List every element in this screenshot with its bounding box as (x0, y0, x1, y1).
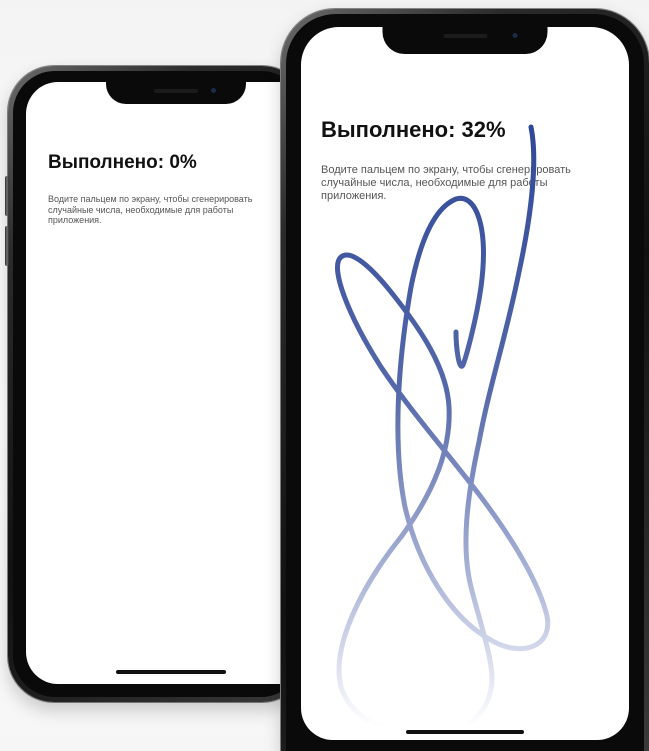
finger-trail-drawing (335, 124, 551, 738)
home-indicator[interactable] (116, 670, 226, 674)
instruction-text: Водите пальцем по экрану, чтобы сгенерир… (48, 194, 253, 226)
volume-button (5, 226, 9, 266)
back-phone-mockup: Выполнено: 0% Водите пальцем по экрану, … (5, 66, 326, 702)
home-indicator[interactable] (406, 730, 524, 734)
camera-icon (211, 88, 216, 93)
finger-trail-path (335, 124, 551, 738)
front-phone-mockup: Выполнено: 32% Водите пальцем по экрану,… (281, 9, 649, 751)
volume-button (5, 176, 9, 216)
phone-notch (106, 82, 246, 104)
entropy-touch-area[interactable]: Выполнено: 32% Водите пальцем по экрану,… (301, 27, 629, 740)
progress-title: Выполнено: 0% (48, 152, 197, 173)
speaker-grille (154, 89, 198, 93)
